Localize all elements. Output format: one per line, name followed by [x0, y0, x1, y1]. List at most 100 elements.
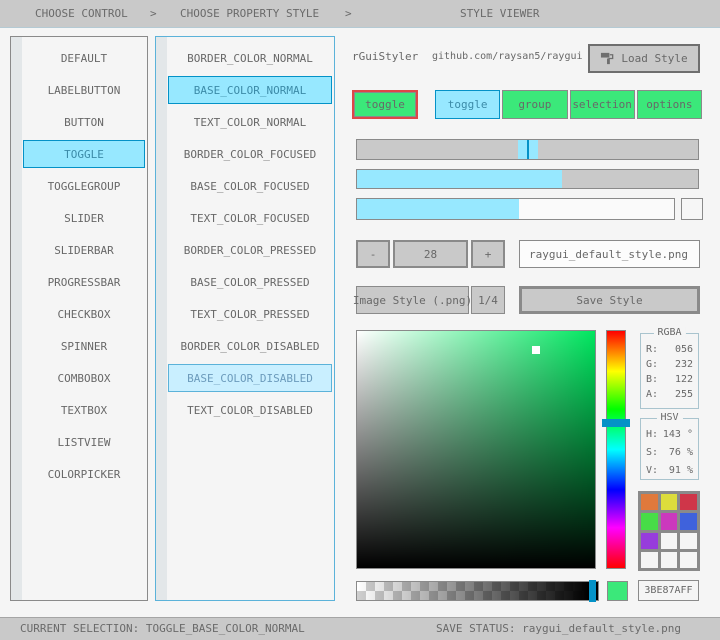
toggle-group-item-selection[interactable]: selection — [570, 90, 635, 119]
repo-link[interactable]: github.com/raysan5/raygui — [432, 51, 583, 62]
s-label: S: — [646, 447, 658, 458]
control-item-togglegroup[interactable]: TOGGLEGROUP — [23, 172, 145, 200]
property-item-base_color_disabled[interactable]: BASE_COLOR_DISABLED — [168, 364, 332, 392]
property-item-border_color_disabled[interactable]: BORDER_COLOR_DISABLED — [168, 332, 332, 360]
control-item-combobox[interactable]: COMBOBOX — [23, 364, 145, 392]
rgba-groupbox: RGBA R:056 G:232 B:122 A:255 — [640, 333, 699, 409]
property-item-border_color_normal[interactable]: BORDER_COLOR_NORMAL — [168, 44, 332, 72]
toggle-group-item-toggle[interactable]: toggle — [435, 90, 500, 119]
toggle-group-item-group[interactable]: group — [502, 90, 567, 119]
header-bar: CHOOSE CONTROL > CHOOSE PROPERTY STYLE >… — [0, 0, 720, 28]
hsv-title: HSV — [656, 412, 682, 423]
b-value: 122 — [675, 374, 693, 385]
property-item-base_color_normal[interactable]: BASE_COLOR_NORMAL — [168, 76, 332, 104]
control-item-toggle[interactable]: TOGGLE — [23, 140, 145, 168]
chevron-right-icon: > — [345, 0, 352, 27]
controls-list-panel: DEFAULT LABELBUTTON BUTTON TOGGLE TOGGLEGROU… — [10, 36, 148, 601]
property-item-text_color_normal[interactable]: TEXT_COLOR_NORMAL — [168, 108, 332, 136]
r-value: 056 — [675, 344, 693, 355]
v-label: V: — [646, 465, 658, 476]
properties-list-scrollbar[interactable] — [156, 37, 167, 600]
rguistyler-window: CHOOSE CONTROL > CHOOSE PROPERTY STYLE >… — [0, 0, 720, 640]
control-item-sliderbar[interactable]: SLIDERBAR — [23, 236, 145, 264]
property-item-border_color_focused[interactable]: BORDER_COLOR_FOCUSED — [168, 140, 332, 168]
color-swatch-4[interactable] — [661, 513, 678, 529]
style-filename-input[interactable]: raygui_default_style.png — [519, 240, 700, 268]
control-item-textbox[interactable]: TEXTBOX — [23, 396, 145, 424]
current-selection-status: CURRENT SELECTION: TOGGLE_BASE_COLOR_NOR… — [20, 618, 305, 640]
demo-sliderbar[interactable] — [356, 169, 699, 189]
image-style-button[interactable]: Image Style (.png) — [356, 286, 469, 314]
save-status: SAVE STATUS: raygui_default_style.png — [436, 618, 681, 640]
control-item-listview[interactable]: LISTVIEW — [23, 428, 145, 456]
g-label: G: — [646, 359, 658, 370]
v-value: 91 % — [669, 465, 693, 476]
breadcrumb-style-viewer: STYLE VIEWER — [460, 0, 539, 27]
property-item-base_color_focused[interactable]: BASE_COLOR_FOCUSED — [168, 172, 332, 200]
hue-handle[interactable] — [602, 419, 630, 427]
hsv-groupbox: HSV H:143 ° S:76 % V:91 % — [640, 418, 699, 480]
control-item-progressbar[interactable]: PROGRESSBAR — [23, 268, 145, 296]
scale-ratio-button[interactable]: 1/4 — [471, 286, 505, 314]
property-item-border_color_pressed[interactable]: BORDER_COLOR_PRESSED — [168, 236, 332, 264]
control-item-slider[interactable]: SLIDER — [23, 204, 145, 232]
color-cursor[interactable] — [532, 346, 540, 354]
current-color-swatch — [607, 581, 628, 601]
control-item-button[interactable]: BUTTON — [23, 108, 145, 136]
properties-list-panel: BORDER_COLOR_NORMAL BASE_COLOR_NORMAL TEXT… — [155, 36, 335, 601]
control-item-colorpicker[interactable]: COLORPICKER — [23, 460, 145, 488]
controls-list-scrollbar[interactable] — [11, 37, 22, 600]
control-item-spinner[interactable]: SPINNER — [23, 332, 145, 360]
demo-checkbox[interactable] — [681, 198, 703, 220]
demo-slider[interactable] — [356, 139, 699, 160]
slider-handle[interactable] — [518, 140, 538, 159]
b-label: B: — [646, 374, 658, 385]
alpha-handle[interactable] — [589, 580, 596, 602]
spinner-minus-button[interactable]: - — [356, 240, 390, 268]
app-title: rGuiStyler — [352, 50, 418, 63]
alpha-bar[interactable] — [356, 581, 599, 601]
controls-list-items: DEFAULT LABELBUTTON BUTTON TOGGLE TOGGLEGROU… — [23, 44, 145, 492]
color-swatch-5[interactable] — [680, 513, 697, 529]
color-swatch-2[interactable] — [680, 494, 697, 510]
color-sv-panel[interactable] — [356, 330, 596, 569]
breadcrumb-choose-control: CHOOSE CONTROL — [35, 0, 128, 27]
color-swatch-empty-9[interactable] — [641, 552, 658, 568]
property-item-base_color_pressed[interactable]: BASE_COLOR_PRESSED — [168, 268, 332, 296]
chevron-right-icon: > — [150, 0, 157, 27]
h-value: 143 ° — [663, 429, 693, 440]
hex-value-input[interactable]: 3BE87AFF — [638, 580, 699, 601]
control-item-default[interactable]: DEFAULT — [23, 44, 145, 72]
rgba-title: RGBA — [653, 327, 685, 338]
color-swatch-0[interactable] — [641, 494, 658, 510]
properties-list-items: BORDER_COLOR_NORMAL BASE_COLOR_NORMAL TEXT… — [168, 44, 332, 428]
breadcrumb-choose-property: CHOOSE PROPERTY STYLE — [180, 0, 319, 27]
save-style-button[interactable]: Save Style — [519, 286, 700, 314]
color-swatch-1[interactable] — [661, 494, 678, 510]
spinner-plus-button[interactable]: + — [471, 240, 505, 268]
a-value: 255 — [675, 389, 693, 400]
r-label: R: — [646, 344, 658, 355]
color-swatch-empty-10[interactable] — [661, 552, 678, 568]
s-value: 76 % — [669, 447, 693, 458]
color-swatch-grid — [638, 491, 700, 571]
load-style-button[interactable]: Load Style — [588, 44, 700, 73]
property-item-text_color_pressed[interactable]: TEXT_COLOR_PRESSED — [168, 300, 332, 328]
control-item-checkbox[interactable]: CHECKBOX — [23, 300, 145, 328]
color-swatch-6[interactable] — [641, 533, 658, 549]
property-item-text_color_disabled[interactable]: TEXT_COLOR_DISABLED — [168, 396, 332, 424]
color-swatch-3[interactable] — [641, 513, 658, 529]
color-swatch-empty-7[interactable] — [661, 533, 678, 549]
toggle-group-item-options[interactable]: options — [637, 90, 702, 119]
spinner-value[interactable]: 28 — [393, 240, 468, 268]
edited-toggle-button[interactable]: toggle — [352, 90, 418, 119]
color-swatch-empty-8[interactable] — [680, 533, 697, 549]
control-item-labelbutton[interactable]: LABELBUTTON — [23, 76, 145, 104]
color-swatch-empty-11[interactable] — [680, 552, 697, 568]
demo-progressbar — [356, 198, 675, 220]
hue-bar[interactable] — [606, 330, 626, 569]
progressbar-fill — [357, 199, 519, 219]
property-item-text_color_focused[interactable]: TEXT_COLOR_FOCUSED — [168, 204, 332, 232]
status-bar: CURRENT SELECTION: TOGGLE_BASE_COLOR_NOR… — [0, 617, 720, 640]
paint-roller-icon — [600, 51, 615, 66]
